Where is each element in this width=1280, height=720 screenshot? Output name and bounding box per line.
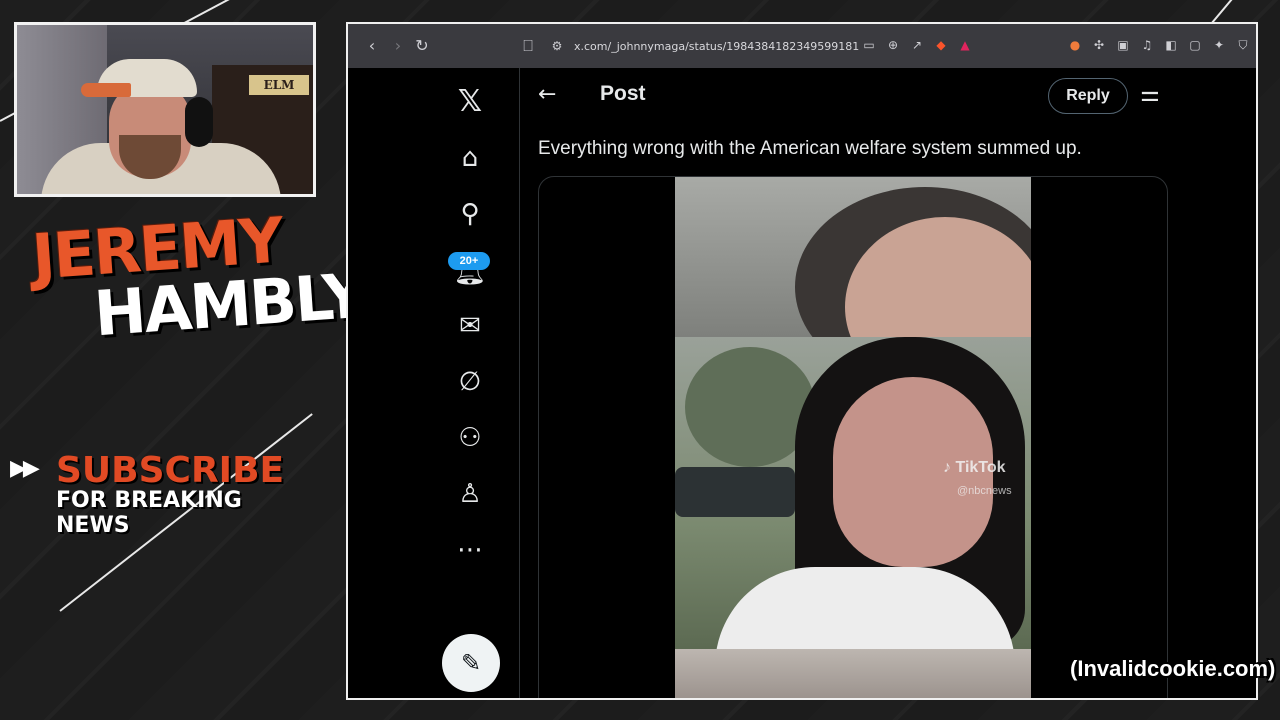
tiktok-watermark: ♪ TikTok: [943, 459, 1006, 477]
site-info-icon[interactable]: ⚙: [548, 37, 566, 55]
music-icon[interactable]: ♫: [1138, 36, 1156, 54]
video-top-frame: [675, 177, 1031, 397]
video-car: [675, 467, 795, 517]
subscribe-banner: ▶▶ SUBSCRIBE FOR BREAKING NEWS: [10, 450, 310, 538]
messages-icon[interactable]: ✉: [452, 308, 488, 344]
quill-icon: ✎: [460, 649, 482, 677]
forward-icon[interactable]: ›: [386, 36, 410, 55]
x-logo-icon[interactable]: 𝕏: [452, 84, 488, 120]
profile-icon[interactable]: ♙: [452, 476, 488, 512]
subscribe-arrows-icon: ▶▶: [10, 456, 40, 481]
post-detail: ← Post Reply ⚌ Everything wrong with the…: [520, 68, 1256, 698]
tab-icon[interactable]: ▣: [1114, 36, 1132, 54]
url-text[interactable]: x.com/_johnnymaga/status/198438418234959…: [574, 40, 859, 53]
site-watermark: (Invalidcookie.com): [1070, 656, 1276, 681]
extension-icon[interactable]: ●: [1066, 36, 1084, 54]
home-icon[interactable]: ⌂: [452, 140, 488, 176]
wallet-icon[interactable]: ▢: [1186, 36, 1204, 54]
subscribe-title: SUBSCRIBE: [56, 450, 285, 491]
communities-icon[interactable]: ⚇: [452, 420, 488, 456]
reload-icon[interactable]: ↻: [410, 36, 434, 55]
webcam-sign: ELM: [249, 75, 309, 95]
post-text: Everything wrong with the American welfa…: [538, 138, 1082, 159]
sidebar-icon[interactable]: ◧: [1162, 36, 1180, 54]
tiktok-label: TikTok: [955, 459, 1006, 476]
sliders-icon[interactable]: ⚌: [1140, 82, 1160, 107]
webcam-person-cap-bill: [81, 83, 131, 97]
post-media[interactable]: ♪ TikTok @nbcnews: [538, 176, 1168, 698]
search-icon[interactable]: ⚲: [452, 196, 488, 232]
tiktok-note-icon: ♪: [943, 459, 951, 476]
vpn-icon[interactable]: ⛉: [1234, 36, 1252, 54]
notification-badge: 20+: [448, 252, 490, 270]
toolbar-extension-icons: ● ✣ ▣ ♫ ◧ ▢ ✦ ⛉: [1066, 36, 1252, 54]
reply-button[interactable]: Reply: [1048, 78, 1128, 114]
back-arrow-icon[interactable]: ←: [538, 82, 556, 107]
browser-window: ‹ › ↻ ⎕ ⚙ x.com/_johnnymaga/status/19843…: [346, 22, 1258, 700]
compose-post-button[interactable]: ✎: [442, 634, 500, 692]
video-bottom-frame: [675, 649, 1031, 698]
cast-icon[interactable]: ▭: [860, 36, 878, 54]
webcam-feed: ELM: [14, 22, 316, 197]
grok-icon[interactable]: ∅: [452, 364, 488, 400]
share-icon[interactable]: ↗: [908, 36, 926, 54]
brave-shield-icon[interactable]: ◆: [932, 36, 950, 54]
page-title: Post: [600, 82, 646, 105]
puzzle-icon[interactable]: ✣: [1090, 36, 1108, 54]
subscribe-subtitle: FOR BREAKING NEWS: [56, 488, 242, 538]
toolbar-right-icons: ▭ ⊕ ↗ ◆ ▲: [860, 36, 974, 54]
x-sidebar: 𝕏 ⌂ ⚲ 🔔︎ 20+ ✉ ∅ ⚇ ♙ ⋯ ✎: [348, 68, 520, 698]
back-icon[interactable]: ‹: [360, 36, 384, 55]
tiktok-handle: @nbcnews: [957, 485, 1012, 497]
browser-toolbar: ‹ › ↻ ⎕ ⚙ x.com/_johnnymaga/status/19843…: [348, 24, 1256, 68]
more-icon[interactable]: ⋯: [452, 532, 488, 568]
rewards-icon[interactable]: ▲: [956, 36, 974, 54]
video-player[interactable]: ♪ TikTok @nbcnews: [675, 177, 1031, 698]
zoom-icon[interactable]: ⊕: [884, 36, 902, 54]
ai-icon[interactable]: ✦: [1210, 36, 1228, 54]
bookmark-icon[interactable]: ⎕: [516, 36, 540, 56]
webcam-headset: [185, 97, 213, 147]
